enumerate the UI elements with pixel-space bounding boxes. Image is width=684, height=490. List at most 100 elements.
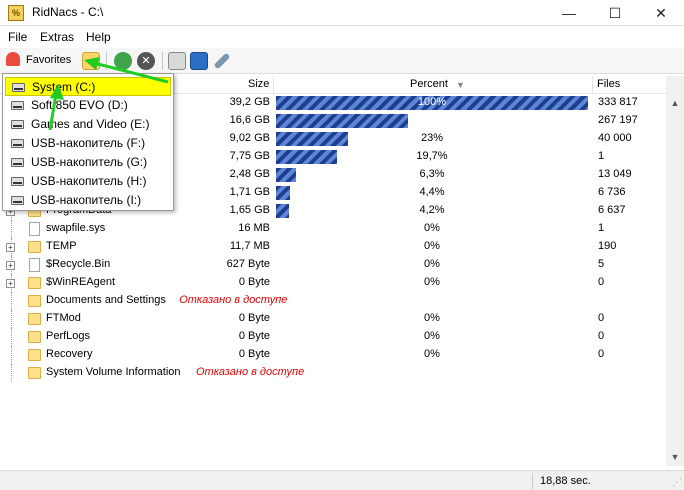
table-row[interactable]: PerfLogs 0 Byte 0% 0 — [0, 328, 666, 346]
folder-icon — [28, 313, 41, 325]
percent-bar — [276, 186, 290, 200]
menu-help[interactable]: Help — [86, 30, 111, 44]
menu-extras[interactable]: Extras — [40, 30, 74, 44]
item-name: PerfLogs — [46, 330, 91, 342]
folder-icon — [28, 331, 41, 343]
item-percent: 6,3% — [419, 168, 445, 180]
scan-time: 18,88 sec. — [540, 475, 591, 487]
drive-label: USB-накопитель (G:) — [31, 155, 148, 169]
item-percent: 23% — [420, 132, 444, 144]
tree-line — [11, 346, 12, 364]
table-row[interactable]: Recovery 0 Byte 0% 0 — [0, 346, 666, 364]
favorites-drive-item[interactable]: USB-накопитель (H:) — [5, 172, 171, 191]
expand-icon[interactable]: + — [6, 279, 15, 288]
favorites-drive-item[interactable]: USB-накопитель (I:) — [5, 191, 171, 210]
item-files: 5 — [598, 258, 605, 270]
item-files: 267 197 — [598, 114, 638, 126]
expand-icon[interactable]: + — [6, 243, 15, 252]
item-size: 0 Byte — [238, 330, 270, 342]
expand-icon[interactable]: + — [6, 261, 15, 270]
item-size: 2,48 GB — [229, 168, 270, 180]
item-size: 0 Byte — [238, 312, 270, 324]
drive-label: USB-накопитель (I:) — [31, 193, 142, 207]
status-separator — [532, 473, 533, 489]
item-files: 333 817 — [598, 96, 638, 108]
item-percent: 4,4% — [419, 186, 445, 198]
refresh-icon[interactable] — [114, 52, 132, 70]
header-separator — [174, 76, 175, 94]
item-files: 0 — [598, 330, 605, 342]
item-size: 627 Byte — [226, 258, 270, 270]
item-size: 0 Byte — [238, 348, 270, 360]
window-title: RidNacs - C:\ — [32, 5, 104, 19]
favorites-button[interactable]: Favorites — [4, 51, 76, 71]
item-size: 16 MB — [238, 222, 270, 234]
status-bar: 18,88 sec. ⋰ — [0, 470, 684, 490]
item-name: System Volume Information — [46, 366, 181, 378]
table-row[interactable]: + $Recycle.Bin 627 Byte 0% 5 — [0, 256, 666, 274]
favorites-icon — [6, 52, 20, 66]
item-percent: 0% — [424, 312, 440, 324]
menu-file[interactable]: File — [8, 30, 27, 44]
table-row[interactable]: FTMod 0 Byte 0% 0 — [0, 310, 666, 328]
drive-label: USB-накопитель (H:) — [31, 174, 147, 188]
favorites-label: Favorites — [26, 54, 72, 66]
item-name: Recovery — [46, 348, 93, 360]
favorites-dropdown: System (C:) Soft 850 EVO (D:) Games and Vi… — [2, 73, 174, 211]
minimize-button[interactable]: — — [546, 0, 592, 26]
item-size: 7,75 GB — [229, 150, 270, 162]
item-files: 6 637 — [598, 204, 626, 216]
table-row[interactable]: swapfile.sys 16 MB 0% 1 — [0, 220, 666, 238]
file-icon — [29, 222, 40, 236]
favorites-drive-item[interactable]: Soft 850 EVO (D:) — [5, 96, 171, 115]
favorites-drive-item[interactable]: USB-накопитель (G:) — [5, 153, 171, 172]
settings-icon[interactable] — [213, 52, 231, 70]
item-files: 1 — [598, 222, 605, 234]
item-percent: 0% — [424, 258, 440, 270]
favorites-drive-item[interactable]: Games and Video (E:) — [5, 115, 171, 134]
files-column-header[interactable]: Files — [597, 78, 620, 90]
maximize-button[interactable]: ☐ — [592, 0, 638, 26]
item-name: FTMod — [46, 312, 81, 324]
size-column-header[interactable]: Size — [248, 78, 269, 90]
access-denied-label: Отказано в доступе — [179, 294, 288, 306]
table-row[interactable]: System Volume Information Отказано в дост… — [0, 364, 666, 382]
favorites-drive-item[interactable]: USB-накопитель (F:) — [5, 134, 171, 153]
scroll-up-icon[interactable]: ▲ — [666, 94, 684, 112]
vertical-scrollbar[interactable]: ▲ ▼ — [666, 76, 684, 466]
drive-icon — [11, 101, 24, 110]
scroll-down-icon[interactable]: ▼ — [666, 448, 684, 466]
save-icon[interactable] — [190, 52, 208, 70]
table-row[interactable]: + TEMP 11,7 MB 0% 190 — [0, 238, 666, 256]
toolbar-separator — [162, 52, 163, 70]
item-files: 13 049 — [598, 168, 632, 180]
tree-line — [11, 292, 12, 310]
item-percent: 0% — [424, 222, 440, 234]
item-percent: 0% — [424, 348, 440, 360]
item-files: 0 — [598, 276, 605, 288]
item-name: Documents and Settings — [46, 294, 166, 306]
percent-bar — [276, 132, 348, 146]
item-percent: 0% — [424, 240, 440, 252]
percent-bar — [276, 150, 337, 164]
tree-line — [11, 310, 12, 328]
toolbar: Favorites ✕ — [0, 48, 684, 74]
open-folder-icon[interactable] — [82, 52, 100, 70]
item-size: 0 Byte — [238, 276, 270, 288]
folder-icon — [28, 349, 41, 361]
favorites-drive-item[interactable]: System (C:) — [5, 77, 171, 96]
folder-icon — [28, 295, 41, 307]
close-button[interactable]: ✕ — [638, 0, 684, 26]
item-size: 1,71 GB — [229, 186, 270, 198]
table-row[interactable]: + $WinREAgent 0 Byte 0% 0 — [0, 274, 666, 292]
percent-bar — [276, 204, 289, 218]
item-size: 11,7 MB — [229, 240, 270, 252]
percent-column-header[interactable]: Percent — [410, 78, 448, 90]
export-icon[interactable] — [168, 52, 186, 70]
resize-grip-icon[interactable]: ⋰ — [672, 477, 682, 488]
table-row[interactable]: Documents and Settings Отказано в доступе — [0, 292, 666, 310]
stop-icon[interactable]: ✕ — [137, 52, 155, 70]
item-percent: 4,2% — [419, 204, 445, 216]
access-denied-label: Отказано в доступе — [196, 366, 305, 378]
drive-label: System (C:) — [32, 80, 96, 94]
